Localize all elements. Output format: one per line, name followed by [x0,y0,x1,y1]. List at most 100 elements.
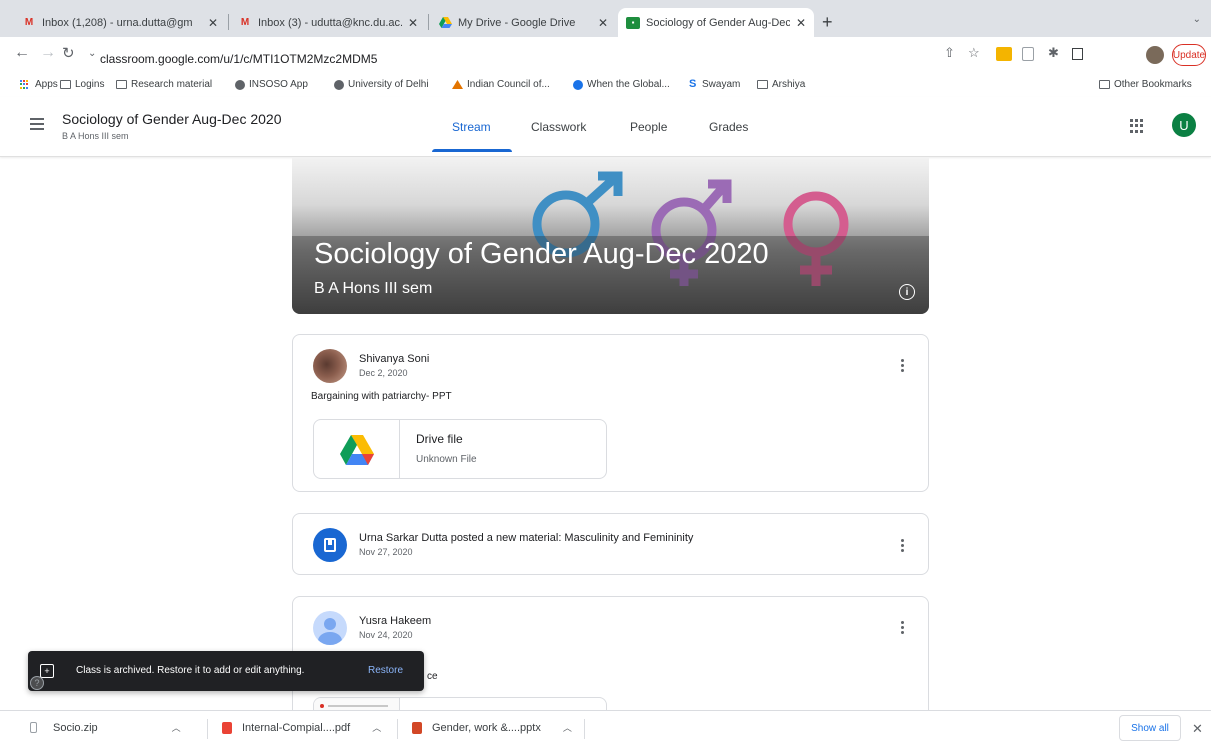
globe-icon [334,79,344,90]
reading-list-icon[interactable] [1072,48,1083,60]
more-options-icon[interactable] [901,621,904,636]
post-date: Dec 2, 2020 [359,368,408,378]
site-icon [573,79,583,90]
post-date: Nov 24, 2020 [359,630,413,640]
new-tab-button[interactable]: + [822,12,833,33]
bookmark-label: University of Delhi [348,79,429,90]
icssr-icon [452,80,463,89]
menu-icon[interactable] [30,118,44,133]
attachment-title: Drive file [416,432,463,446]
post-author[interactable]: Yusra Hakeem [359,615,431,627]
close-icon[interactable]: ✕ [208,16,218,30]
update-button[interactable]: Update [1172,44,1206,66]
tab-search-icon[interactable]: ⌄ [1193,14,1201,25]
bookmark-other-bookmarks[interactable]: Other Bookmarks [1099,79,1192,90]
tab-stream[interactable]: Stream [452,120,491,134]
google-apps-icon[interactable] [1130,119,1144,133]
swayam-icon: S [689,78,697,90]
extension-icon[interactable] [996,47,1012,61]
address-bar[interactable]: classroom.google.com/u/1/c/MTI1OTM2Mzc2M… [100,47,940,71]
drive-attachment[interactable]: Drive file Unknown File [313,419,607,479]
download-name: Gender, work &....pptx [432,721,541,734]
stream-post[interactable]: Urna Sarkar Dutta posted a new material:… [292,513,929,575]
bookmark-insoso[interactable]: INSOSO App [235,79,308,90]
tab-people[interactable]: People [630,120,667,134]
post-title[interactable]: Urna Sarkar Dutta posted a new material:… [359,532,693,544]
avatar[interactable] [313,611,347,645]
tab-grades[interactable]: Grades [709,120,748,134]
banner-title: Sociology of Gender Aug-Dec 2020 [314,238,769,270]
bookmark-university-of-delhi[interactable]: University of Delhi [334,79,429,90]
download-item[interactable]: Internal-Compial....pdf ︿ [222,721,381,734]
bookmark-star-icon[interactable]: ☆ [968,45,980,61]
close-icon[interactable]: ✕ [408,16,418,30]
stream-post: Shivanya Soni Dec 2, 2020 Bargaining wit… [292,334,929,492]
bookmark-label: Logins [75,79,105,90]
download-name: Internal-Compial....pdf [242,721,351,734]
back-icon[interactable]: ← [14,44,30,62]
close-icon[interactable]: ✕ [796,16,806,30]
tab-gmail-2[interactable]: M Inbox (3) - udutta@knc.du.ac.i ✕ [230,8,426,37]
extensions-puzzle-icon[interactable]: ✱ [1048,45,1059,61]
bookmark-arshiya[interactable]: Arshiya [757,79,805,90]
reload-icon[interactable]: ↻ [62,44,75,62]
bookmark-swayam[interactable]: S Swayam [689,78,740,91]
bookmark-label: Research material [131,79,213,90]
folder-icon [757,80,768,89]
drive-icon [438,17,452,29]
user-avatar[interactable]: U [1172,113,1196,137]
close-icon[interactable]: ✕ [598,16,608,30]
bookmark-when-the-global[interactable]: When the Global... [573,79,670,90]
active-tab-indicator [432,149,512,152]
material-icon [313,528,347,562]
extension-icon[interactable] [1022,47,1034,61]
browser-tab-strip: M Inbox (1,208) - urna.dutta@gm ✕ M Inbo… [0,0,1211,37]
attachment-type: Unknown File [416,454,477,465]
post-date: Nov 27, 2020 [359,547,413,557]
more-options-icon[interactable] [901,539,904,554]
download-item[interactable]: Socio.zip ︿ [30,721,181,734]
bookmark-icssr[interactable]: Indian Council of... [452,79,550,90]
bookmark-research-material[interactable]: Research material [116,79,212,90]
update-label: Update [1172,49,1206,61]
tab-gmail-1[interactable]: M Inbox (1,208) - urna.dutta@gm ✕ [14,8,226,37]
gmail-icon: M [24,17,34,28]
bookmark-label: Apps [35,79,58,90]
post-author[interactable]: Shivanya Soni [359,353,429,365]
snackbar-message: Class is archived. Restore it to add or … [76,665,305,676]
forward-icon[interactable]: → [40,44,56,62]
class-title[interactable]: Sociology of Gender Aug-Dec 2020 [62,111,281,127]
gmail-icon: M [240,17,250,28]
share-icon[interactable]: ⇧ [944,45,955,61]
divider [207,719,208,739]
site-info-icon[interactable]: ⌄ [88,48,96,59]
classroom-icon: ▪ [626,16,640,29]
restore-button[interactable]: Restore [368,665,403,676]
bookmark-label: INSOSO App [249,79,308,90]
bookmark-apps[interactable]: Apps [20,79,58,90]
class-section: B A Hons III sem [62,131,129,141]
chevron-up-icon[interactable]: ︿ [372,721,381,734]
show-all-button[interactable]: Show all [1119,715,1181,741]
help-icon[interactable]: ? [30,676,44,690]
avatar[interactable] [313,349,347,383]
info-icon[interactable]: i [899,284,915,300]
more-options-icon[interactable] [901,359,904,374]
download-name: Socio.zip [53,721,98,734]
download-item[interactable]: Gender, work &....pptx ︿ [412,721,572,734]
bookmark-label: Indian Council of... [467,79,550,90]
chevron-up-icon[interactable]: ︿ [563,721,572,734]
chevron-up-icon[interactable]: ︿ [172,721,181,734]
tab-classwork[interactable]: Classwork [531,120,586,134]
tab-google-drive[interactable]: My Drive - Google Drive ✕ [430,8,616,37]
divider [397,719,398,739]
close-icon[interactable]: ✕ [1192,721,1203,737]
bookmark-logins[interactable]: Logins [60,79,104,90]
globe-icon [235,79,245,90]
folder-icon [116,80,127,89]
archive-icon: + [40,664,54,678]
zip-file-icon [30,722,37,733]
bookmark-label: When the Global... [587,79,670,90]
tab-classroom[interactable]: ▪ Sociology of Gender Aug-Dec ✕ [618,8,814,37]
profile-avatar[interactable] [1146,46,1164,64]
